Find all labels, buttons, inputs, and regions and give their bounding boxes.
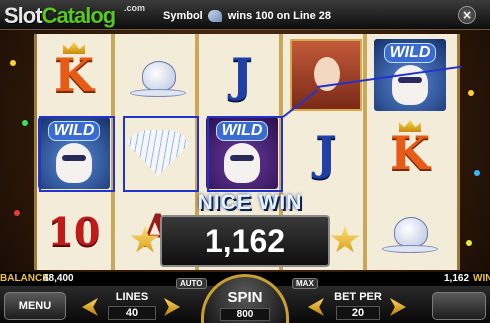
symbol-letter: 10 xyxy=(47,208,101,254)
confetti xyxy=(468,90,474,96)
confetti xyxy=(22,120,28,126)
crown-icon xyxy=(399,120,421,132)
fan-icon xyxy=(207,10,222,22)
teapot-icon xyxy=(380,207,440,255)
symbol-k: K xyxy=(373,116,447,190)
symbol-j: J xyxy=(289,116,363,190)
win-amount-display: 1,162 xyxy=(160,215,330,267)
win-message: Symbol wins 100 on Line 28 xyxy=(163,8,331,24)
slotcatalog-logo: Slot Catalog .com xyxy=(4,3,145,29)
bet-per-value: 20 xyxy=(336,306,380,320)
symbol-teapot xyxy=(121,38,195,112)
confetti xyxy=(14,210,20,216)
confetti xyxy=(10,60,16,66)
win-highlight xyxy=(39,116,115,192)
win-message-suffix: wins 100 on Line 28 xyxy=(227,10,332,22)
balance-value: 48,400 xyxy=(43,273,74,284)
win-label: WIN xyxy=(473,273,490,284)
close-button[interactable]: × xyxy=(458,6,476,24)
symbol-wild: WILD xyxy=(373,38,447,112)
win-message-prefix: Symbol xyxy=(163,10,203,22)
confetti xyxy=(474,170,480,176)
nice-win-banner: NICE WIN xyxy=(197,191,303,214)
wild-jester-tile: WILD xyxy=(374,39,446,111)
win-value: 1,162 xyxy=(444,273,470,284)
top-bar: Slot Catalog .com Symbol wins 100 on Lin… xyxy=(0,0,490,30)
symbol-letter: K xyxy=(390,126,430,180)
menu-button[interactable]: MENU xyxy=(4,292,66,320)
symbol-k: K xyxy=(37,38,111,112)
bet-per-label: BET PER xyxy=(334,291,382,303)
auto-button[interactable]: AUTO xyxy=(176,278,207,289)
lines-value: 40 xyxy=(108,306,156,320)
symbol-teapot xyxy=(373,194,447,268)
spin-total-bet: 800 xyxy=(220,308,270,321)
symbol-letter: J xyxy=(231,48,253,102)
symbol-letter: K xyxy=(54,48,94,102)
extra-menu-button[interactable] xyxy=(432,292,486,320)
logo-catalog-text: Catalog xyxy=(41,3,117,28)
balance-label: BALANCE xyxy=(0,273,49,284)
slot-game: Slot Catalog .com Symbol wins 100 on Lin… xyxy=(0,0,490,323)
max-button[interactable]: MAX xyxy=(292,278,318,289)
spin-label: SPIN xyxy=(227,289,263,306)
symbol-ten: 10 xyxy=(37,194,111,268)
symbol-letter: J xyxy=(315,126,337,180)
lines-label: LINES xyxy=(115,291,149,303)
win-highlight xyxy=(207,116,283,192)
wild-label: WILD xyxy=(383,43,437,63)
logo-slot-text: Slot xyxy=(4,3,43,28)
win-highlight xyxy=(123,116,199,192)
symbol-j: J xyxy=(205,38,279,112)
crown-icon xyxy=(63,42,85,54)
logo-com-text: .com xyxy=(124,3,146,13)
teapot-icon xyxy=(128,51,188,99)
confetti xyxy=(466,240,472,246)
